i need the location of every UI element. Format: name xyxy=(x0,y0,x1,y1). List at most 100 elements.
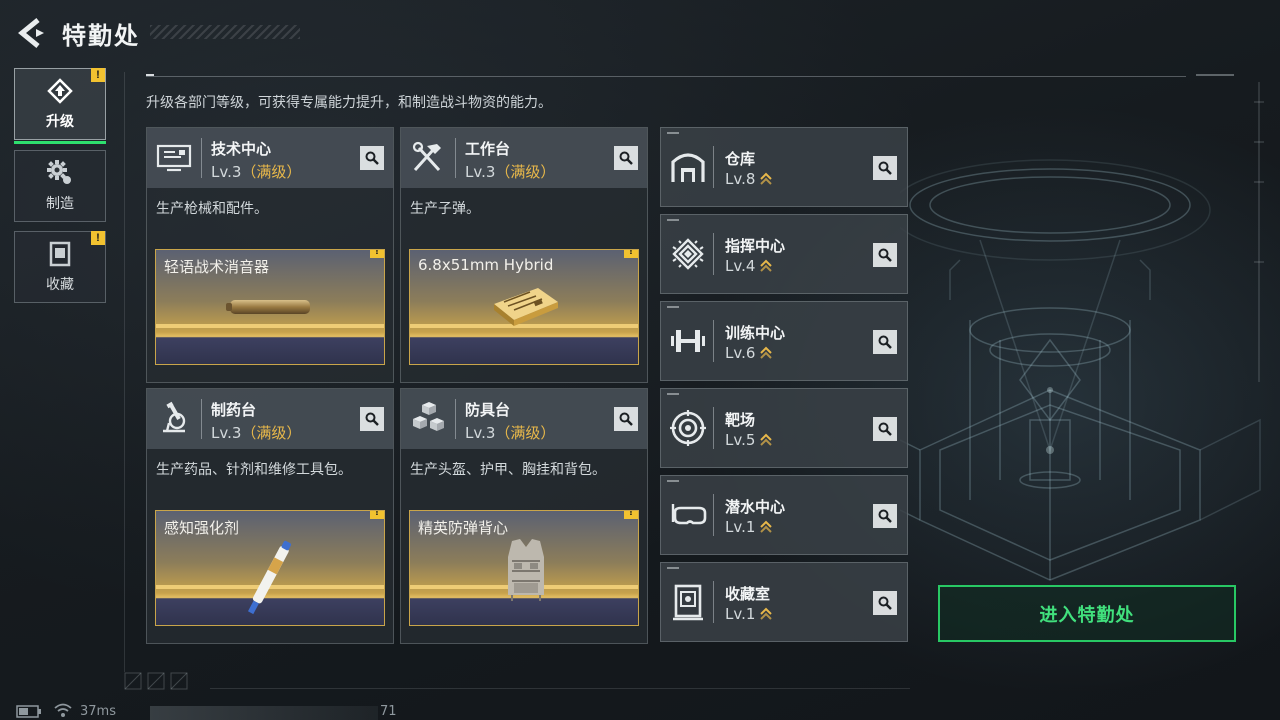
divider xyxy=(713,407,714,449)
tab-label: 制造 xyxy=(46,196,74,212)
inspect-button[interactable] xyxy=(873,591,897,615)
department-name: 制药台 xyxy=(211,401,257,419)
department-level: Lv.3（满级） xyxy=(465,161,555,182)
search-icon xyxy=(878,335,892,349)
facility-level: Lv.1 xyxy=(725,605,773,623)
card-header: 技术中心 Lv.3（满级） xyxy=(147,128,393,188)
divider xyxy=(455,138,456,178)
side-decoration xyxy=(1254,82,1264,382)
department-card-workbench[interactable]: 工作台 Lv.3（满级） 生产子弹。 6.8x51mm Hybrid ! xyxy=(400,127,648,383)
facility-card-warehouse[interactable]: 仓库 Lv.8 xyxy=(660,127,908,207)
divider xyxy=(201,399,202,439)
product-name: 轻语战术消音器 xyxy=(164,258,270,276)
product-slot[interactable]: 轻语战术消音器 ! xyxy=(155,249,385,365)
facility-card-diving-center[interactable]: 潜水中心 Lv.1 xyxy=(660,475,908,555)
warning-badge: ! xyxy=(370,511,384,519)
base-blueprint-illustration xyxy=(900,159,1261,581)
product-slot[interactable]: 精英防弹背心 ! xyxy=(409,510,639,626)
product-name: 感知强化剂 xyxy=(164,519,240,537)
divider xyxy=(713,320,714,362)
fps-readout: 71 xyxy=(380,704,397,719)
inspect-button[interactable] xyxy=(873,504,897,528)
computer-icon xyxy=(156,144,192,172)
facility-level: Lv.4 xyxy=(725,257,773,275)
tab-upgrade[interactable]: 升级 ! xyxy=(14,68,106,144)
upgrade-chevron-icon xyxy=(760,433,773,446)
level-value: Lv.4 xyxy=(725,257,756,275)
search-icon xyxy=(878,248,892,262)
level-value: Lv.6 xyxy=(725,344,756,362)
ammo-box-image xyxy=(494,288,558,326)
search-icon xyxy=(878,509,892,523)
department-description: 生产药品、针剂和维修工具包。 xyxy=(156,462,352,478)
level-value: Lv.3 xyxy=(465,163,496,181)
inspect-button[interactable] xyxy=(360,146,384,170)
search-icon xyxy=(619,412,633,426)
tab-collection[interactable]: 收藏 ! xyxy=(14,231,106,303)
divider xyxy=(713,581,714,623)
facility-card-command-center[interactable]: 指挥中心 Lv.4 xyxy=(660,214,908,294)
gear-icon xyxy=(47,160,71,184)
facility-card-training-center[interactable]: 训练中心 Lv.6 xyxy=(660,301,908,381)
tab-label: 收藏 xyxy=(46,277,74,293)
enter-button-label: 进入特勤处 xyxy=(1039,604,1135,626)
warning-badge: ! xyxy=(91,68,105,82)
department-card-tech-center[interactable]: 技术中心 Lv.3（满级） 生产枪械和配件。 轻语战术消音器 ! xyxy=(146,127,394,383)
target-icon xyxy=(670,410,706,446)
warning-badge: ! xyxy=(91,231,105,245)
divider xyxy=(713,233,714,275)
battery-icon xyxy=(16,705,41,718)
inspect-button[interactable] xyxy=(873,330,897,354)
suppressor-image xyxy=(226,300,310,314)
department-card-armor[interactable]: 防具台 Lv.3（满级） 生产头盔、护甲、胸挂和背包。 精英防弹背心 ! xyxy=(400,388,648,644)
level-value: Lv.3 xyxy=(211,163,242,181)
level-value: Lv.5 xyxy=(725,431,756,449)
inspect-button[interactable] xyxy=(614,146,638,170)
product-slot[interactable]: 感知强化剂 ! xyxy=(155,510,385,626)
search-icon xyxy=(878,422,892,436)
divider xyxy=(201,138,202,178)
card-header: 制药台 Lv.3（满级） xyxy=(147,389,393,449)
enter-special-ops-button[interactable]: 进入特勤处 xyxy=(938,585,1236,642)
product-slot[interactable]: 6.8x51mm Hybrid ! xyxy=(409,249,639,365)
inspect-button[interactable] xyxy=(360,407,384,431)
level-value: Lv.3 xyxy=(465,424,496,442)
facility-name: 训练中心 xyxy=(725,324,786,342)
collection-icon xyxy=(49,241,71,267)
department-name: 防具台 xyxy=(465,401,511,419)
upgrade-chevron-icon xyxy=(760,172,773,185)
warning-badge: ! xyxy=(370,250,384,258)
maxed-label: （满级） xyxy=(241,163,302,181)
department-name: 技术中心 xyxy=(211,140,272,158)
inspect-button[interactable] xyxy=(873,156,897,180)
tools-icon xyxy=(412,141,441,172)
department-description: 生产枪械和配件。 xyxy=(156,201,268,217)
back-arrow-icon[interactable] xyxy=(14,16,48,50)
inspect-button[interactable] xyxy=(614,407,638,431)
ping-readout: 37ms xyxy=(80,704,116,719)
status-bar xyxy=(150,706,378,720)
inspect-button[interactable] xyxy=(873,417,897,441)
department-description: 生产头盔、护甲、胸挂和背包。 xyxy=(410,462,606,478)
divider xyxy=(146,76,1186,77)
divider xyxy=(124,72,125,672)
facility-card-shooting-range[interactable]: 靶场 Lv.5 xyxy=(660,388,908,468)
wifi-icon xyxy=(54,703,72,717)
injector-image xyxy=(247,540,292,615)
upgrade-chevron-icon xyxy=(760,259,773,272)
search-icon xyxy=(365,151,379,165)
facility-card-collection-room[interactable]: 收藏室 Lv.1 xyxy=(660,562,908,642)
facility-level: Lv.5 xyxy=(725,431,773,449)
search-icon xyxy=(878,596,892,610)
chip-icon xyxy=(672,238,704,270)
tab-craft[interactable]: 制造 xyxy=(14,150,106,222)
facility-level: Lv.6 xyxy=(725,344,773,362)
warning-badge: ! xyxy=(624,511,638,519)
divider xyxy=(713,146,714,188)
inspect-button[interactable] xyxy=(873,243,897,267)
product-name: 6.8x51mm Hybrid xyxy=(418,256,554,274)
facility-name: 收藏室 xyxy=(725,585,771,603)
cubes-icon xyxy=(413,402,444,431)
upgrade-chevron-icon xyxy=(760,346,773,359)
department-card-pharmacy[interactable]: 制药台 Lv.3（满级） 生产药品、针剂和维修工具包。 感知强化剂 ! xyxy=(146,388,394,644)
